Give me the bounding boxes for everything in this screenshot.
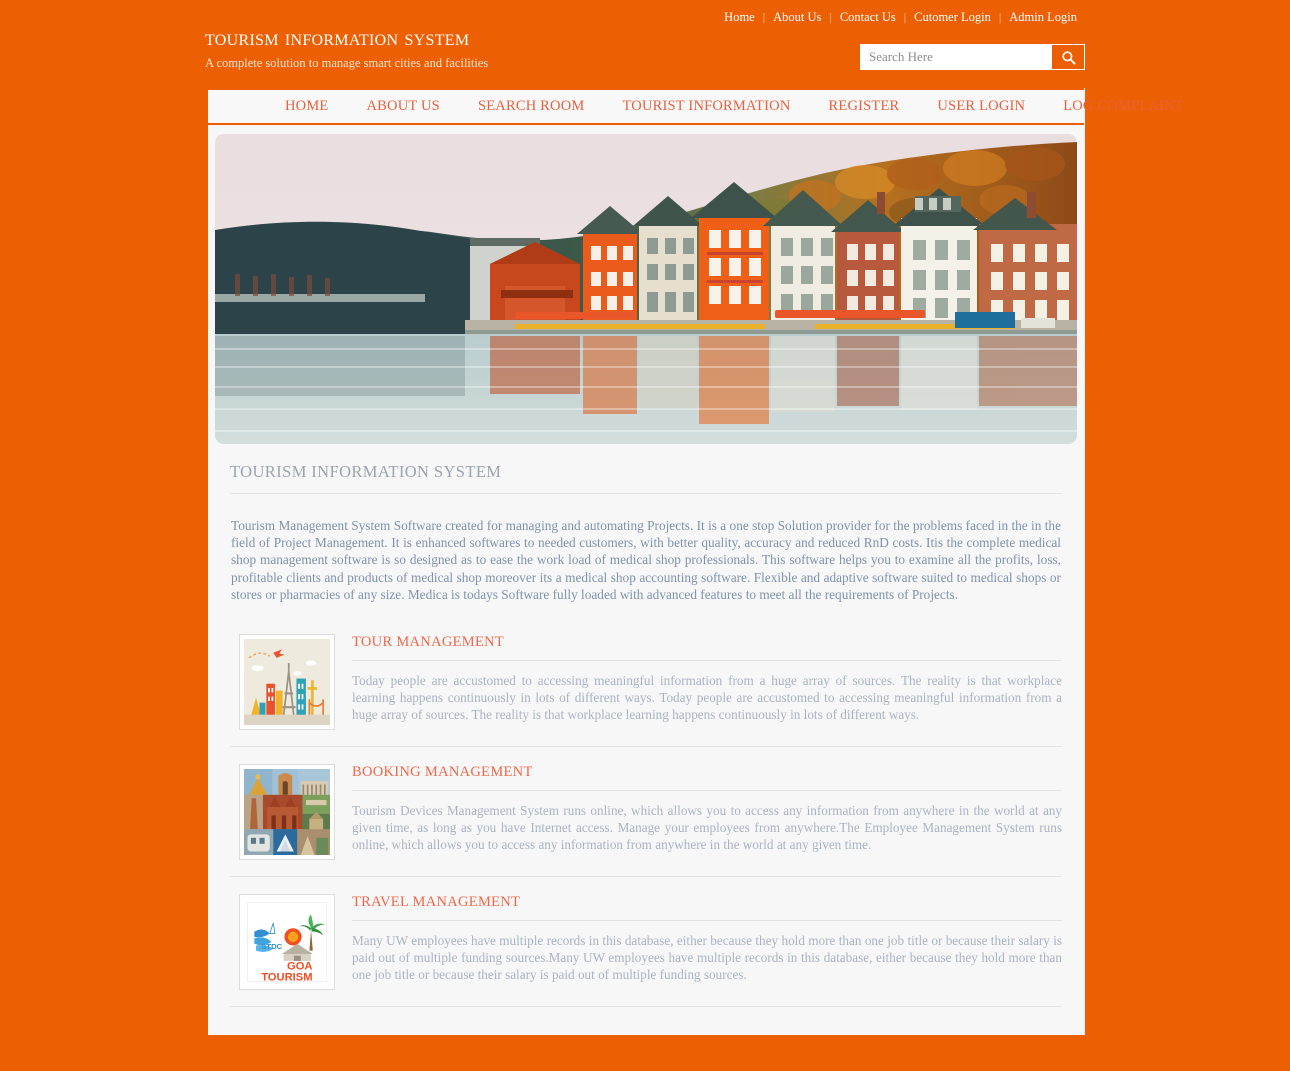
search-input[interactable] bbox=[861, 45, 1052, 69]
feature-body: Today people are accustomed to accessing… bbox=[352, 673, 1062, 723]
feature-row: BOOKING MANAGEMENT Tourism Devices Manag… bbox=[230, 747, 1062, 878]
search-button[interactable] bbox=[1052, 45, 1084, 69]
nav-item-user-login[interactable]: USER LOGIN bbox=[918, 98, 1044, 115]
feature-body: Tourism Devices Management System runs o… bbox=[352, 803, 1062, 853]
nav-item-register[interactable]: REGISTER bbox=[810, 98, 919, 115]
main-nav: HOME ABOUT US SEARCH ROOM TOURIST INFORM… bbox=[208, 88, 1184, 125]
svg-text:STDC: STDC bbox=[261, 942, 282, 951]
utility-nav: Home | About Us | Contact Us | Cutomer L… bbox=[716, 10, 1085, 25]
feature-text: TRAVEL MANAGEMENT Many UW employees have… bbox=[352, 894, 1062, 990]
feature-text: BOOKING MANAGEMENT Tourism Devices Manag… bbox=[352, 764, 1062, 860]
site-brand[interactable]: Tourism Information System A complete so… bbox=[205, 26, 488, 71]
utility-link-about-us[interactable]: About Us bbox=[765, 10, 829, 25]
feature-thumbnail-travel[interactable]: STDC GOA TOURISM bbox=[239, 894, 335, 991]
search-bar bbox=[860, 44, 1085, 70]
intro-paragraph: Tourism Management System Software creat… bbox=[231, 518, 1061, 602]
main-content: TOURISM INFORMATION SYSTEM Tourism Manag… bbox=[208, 444, 1084, 1008]
feature-title[interactable]: TOUR MANAGEMENT bbox=[352, 634, 1062, 662]
utility-link-home[interactable]: Home bbox=[716, 10, 763, 25]
feature-title[interactable]: TRAVEL MANAGEMENT bbox=[352, 894, 1062, 922]
feature-body: Many UW employees have multiple records … bbox=[352, 933, 1062, 983]
hero-banner bbox=[215, 134, 1077, 444]
utility-link-admin-login[interactable]: Admin Login bbox=[1001, 10, 1085, 25]
feature-row: TOUR MANAGEMENT Today people are accusto… bbox=[230, 617, 1062, 748]
feature-list: TOUR MANAGEMENT Today people are accusto… bbox=[230, 617, 1062, 1008]
feature-thumbnail-booking[interactable] bbox=[239, 764, 335, 861]
feature-text: TOUR MANAGEMENT Today people are accusto… bbox=[352, 634, 1062, 730]
delhi-monuments-collage-icon bbox=[244, 769, 330, 856]
page-container: HOME ABOUT US SEARCH ROOM TOURIST INFORM… bbox=[205, 88, 1184, 1035]
svg-text:GOA: GOA bbox=[287, 961, 312, 973]
page-title: TOURISM INFORMATION SYSTEM bbox=[230, 462, 1062, 494]
svg-text:TOURISM: TOURISM bbox=[261, 972, 312, 984]
feature-title[interactable]: BOOKING MANAGEMENT bbox=[352, 764, 1062, 792]
hero-image bbox=[215, 134, 1077, 444]
nav-item-home[interactable]: HOME bbox=[266, 98, 348, 115]
feature-thumbnail-tour[interactable] bbox=[239, 634, 335, 731]
site-tagline: A complete solution to manage smart citi… bbox=[205, 56, 489, 70]
feature-row: STDC GOA TOURISM TRAVEL MANAGEMENT Many … bbox=[230, 877, 1062, 1008]
search-icon bbox=[1061, 50, 1075, 64]
nav-item-tourist-information[interactable]: TOURIST INFORMATION bbox=[604, 98, 810, 115]
site-title: Tourism Information System bbox=[205, 25, 470, 50]
utility-link-contact-us[interactable]: Contact Us bbox=[832, 10, 904, 25]
nav-item-about-us[interactable]: ABOUT US bbox=[348, 98, 459, 115]
nav-item-search-room[interactable]: SEARCH ROOM bbox=[459, 98, 604, 115]
nav-item-log-complaint[interactable]: LOG COMPLAINT bbox=[1044, 98, 1203, 115]
world-landmarks-icon bbox=[244, 639, 330, 726]
top-bar: Home | About Us | Contact Us | Cutomer L… bbox=[0, 0, 1290, 88]
goa-tourism-logo-icon: STDC GOA TOURISM bbox=[244, 899, 330, 986]
utility-link-customer-login[interactable]: Cutomer Login bbox=[906, 10, 999, 25]
